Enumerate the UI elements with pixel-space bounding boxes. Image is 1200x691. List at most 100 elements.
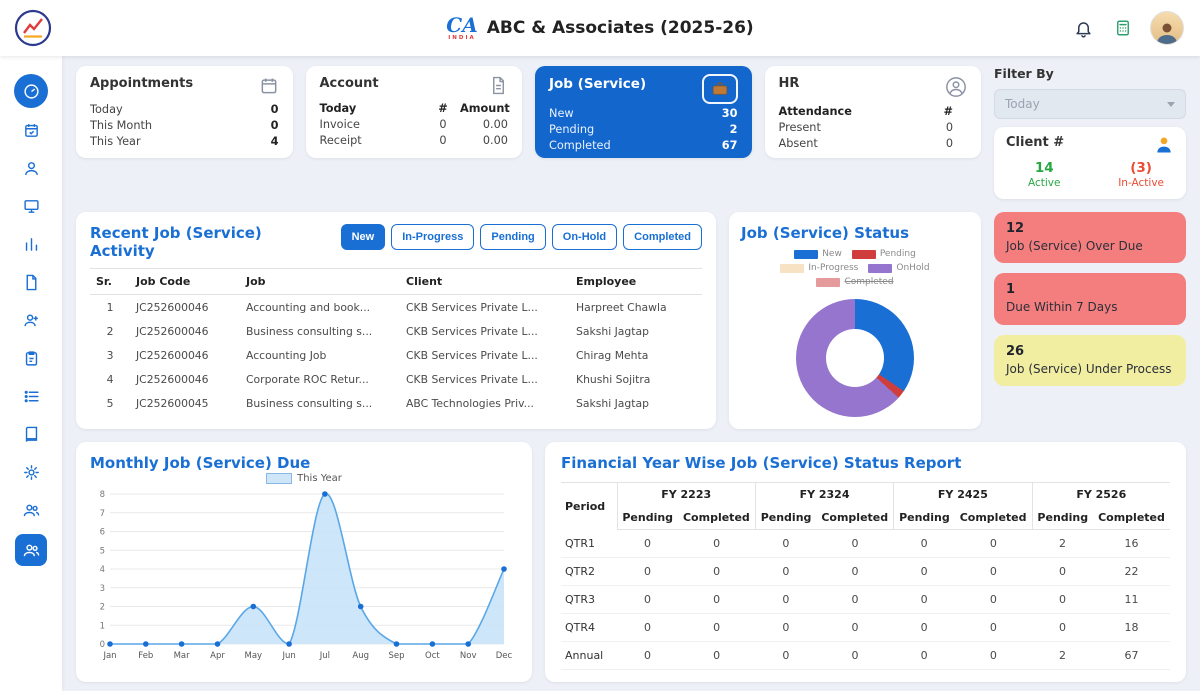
filter-pending-button[interactable]: Pending xyxy=(480,224,545,250)
legend-item-completed[interactable]: Completed xyxy=(816,277,893,287)
hr-person-icon xyxy=(945,76,967,102)
ca-logo-subtext: INDIA xyxy=(448,36,476,42)
avatar-person-icon xyxy=(1154,20,1180,44)
document-icon xyxy=(23,274,40,291)
dashboard-icon xyxy=(23,83,40,100)
clipboard-edit-icon xyxy=(23,350,40,367)
job-service-title: Job (Service) xyxy=(549,76,646,92)
hr-card[interactable]: HR Attendance# Present0 Absent0 xyxy=(765,66,982,158)
chevron-down-icon xyxy=(1167,102,1175,107)
users-icon xyxy=(23,502,40,519)
svg-text:Dec: Dec xyxy=(496,651,513,661)
client-title: Client # xyxy=(1006,135,1064,150)
svg-text:0: 0 xyxy=(100,640,105,650)
fy-table-row: Annual 00 00 00 267 xyxy=(561,642,1170,670)
fy-report-table: Period FY 2223 FY 2324 FY 2425 FY 2526 P… xyxy=(561,482,1170,670)
sidebar-item-groups[interactable] xyxy=(15,534,47,566)
filter-new-button[interactable]: New xyxy=(341,224,386,250)
job-row: New30 xyxy=(549,107,738,120)
appointments-row: Today0 xyxy=(90,103,279,116)
recent-activity-title: Recent Job (Service) Activity xyxy=(90,224,265,260)
job-service-card[interactable]: Job (Service) New30 Pending2 Completed67 xyxy=(535,66,752,158)
svg-text:May: May xyxy=(245,651,263,661)
table-row[interactable]: 3JC252600046Accounting JobCKB Services P… xyxy=(90,343,702,367)
account-card[interactable]: Account Today # Amount Invoice 0 0.00 Re… xyxy=(306,66,523,158)
table-row[interactable]: 1JC252600046Accounting and book...CKB Se… xyxy=(90,295,702,320)
table-row[interactable]: 5JC252600045Business consulting s...ABC … xyxy=(90,391,702,415)
client-inactive-stat: (3) In-Active xyxy=(1118,160,1164,190)
notification-bell-icon[interactable] xyxy=(1070,15,1096,41)
filter-onhold-button[interactable]: On-Hold xyxy=(552,224,617,250)
fy-table-row: QTR2 00 00 00 022 xyxy=(561,558,1170,586)
svg-text:3: 3 xyxy=(100,584,105,594)
donut-legend: New Pending In-Progress OnHold Completed xyxy=(767,249,943,287)
legend-item-new[interactable]: New xyxy=(794,249,842,259)
sidebar-item-checklist[interactable] xyxy=(15,380,47,412)
due-7-days-badge[interactable]: 1 Due Within 7 Days xyxy=(994,273,1186,324)
sidebar-item-dashboard[interactable] xyxy=(14,74,48,108)
sidebar-item-clients[interactable] xyxy=(15,152,47,184)
list-icon xyxy=(23,388,40,405)
account-document-icon xyxy=(489,76,508,99)
svg-text:Jul: Jul xyxy=(319,651,330,661)
sidebar-item-appointments[interactable] xyxy=(15,114,47,146)
appointments-row: This Month0 xyxy=(90,119,279,132)
calculator-icon[interactable] xyxy=(1110,15,1136,41)
svg-text:5: 5 xyxy=(100,546,105,556)
filter-completed-button[interactable]: Completed xyxy=(623,224,702,250)
legend-item-onhold[interactable]: OnHold xyxy=(868,263,929,273)
line-chart-legend[interactable]: This Year xyxy=(90,473,518,484)
sidebar-item-presentation[interactable] xyxy=(15,190,47,222)
legend-item-inprogress[interactable]: In-Progress xyxy=(780,263,858,273)
table-header-row: Sr. Job Code Job Client Employee xyxy=(90,269,702,295)
overdue-badge[interactable]: 12 Job (Service) Over Due xyxy=(994,212,1186,263)
hr-row: Absent0 xyxy=(779,137,968,150)
ca-logo-text: CA xyxy=(446,15,477,35)
fy-sub-header-row: Pending Completed Pending Completed Pend… xyxy=(561,506,1170,530)
svg-text:Sep: Sep xyxy=(388,651,404,661)
bar-chart-icon xyxy=(23,236,40,253)
sidebar-item-tasks[interactable] xyxy=(15,342,47,374)
filter-inprogress-button[interactable]: In-Progress xyxy=(391,224,474,250)
job-status-title: Job (Service) Status xyxy=(741,224,969,242)
appointments-calendar-icon xyxy=(259,76,279,100)
company-logo[interactable] xyxy=(14,9,52,47)
account-title: Account xyxy=(320,76,379,91)
sidebar-item-employees[interactable] xyxy=(15,304,47,336)
sidebar-item-teams[interactable] xyxy=(15,494,47,526)
calendar-check-icon xyxy=(23,122,40,139)
user-icon xyxy=(23,160,40,177)
sidebar-item-settings[interactable] xyxy=(15,456,47,488)
fy-table-row: QTR3 00 00 00 011 xyxy=(561,586,1170,614)
briefcase-icon xyxy=(702,74,738,104)
account-row: Invoice 0 0.00 xyxy=(320,118,509,131)
svg-text:4: 4 xyxy=(100,565,105,575)
sidebar-item-ledger[interactable] xyxy=(15,418,47,450)
donut-chart[interactable] xyxy=(796,299,914,417)
account-row: Receipt 0 0.00 xyxy=(320,134,509,147)
svg-text:6: 6 xyxy=(100,528,105,538)
legend-item-pending[interactable]: Pending xyxy=(852,249,916,259)
svg-text:Nov: Nov xyxy=(460,651,477,661)
monthly-due-title: Monthly Job (Service) Due xyxy=(90,454,518,472)
filter-by-select[interactable]: Today xyxy=(994,89,1186,119)
table-row[interactable]: 2JC252600046Business consulting s...CKB … xyxy=(90,319,702,343)
recent-activity-table: Sr. Job Code Job Client Employee 1JC2526… xyxy=(90,268,702,415)
hr-row: Present0 xyxy=(779,121,968,134)
sidebar-item-reports[interactable] xyxy=(15,228,47,260)
dashboard-main: Appointments Today0 This Month0 This Yea… xyxy=(62,56,1200,691)
sidebar-item-documents[interactable] xyxy=(15,266,47,298)
under-process-badge[interactable]: 26 Job (Service) Under Process xyxy=(994,335,1186,386)
user-avatar[interactable] xyxy=(1150,11,1184,45)
job-row: Pending2 xyxy=(549,123,738,136)
fy-table-row: QTR1 00 00 00 216 xyxy=(561,530,1170,558)
table-row[interactable]: 4JC252600046Corporate ROC Retur...CKB Se… xyxy=(90,367,702,391)
monitor-icon xyxy=(23,198,40,215)
svg-text:Aug: Aug xyxy=(352,651,369,661)
appointments-card[interactable]: Appointments Today0 This Month0 This Yea… xyxy=(76,66,293,158)
users-group-icon xyxy=(23,542,40,559)
monthly-line-chart[interactable]: 012345678JanFebMarAprMayJunJulAugSepOctN… xyxy=(90,486,514,662)
recent-activity-panel: Recent Job (Service) Activity New In-Pro… xyxy=(76,212,716,429)
svg-text:Feb: Feb xyxy=(138,651,153,661)
client-card[interactable]: Client # 14 Active (3) In-Active xyxy=(994,127,1186,199)
